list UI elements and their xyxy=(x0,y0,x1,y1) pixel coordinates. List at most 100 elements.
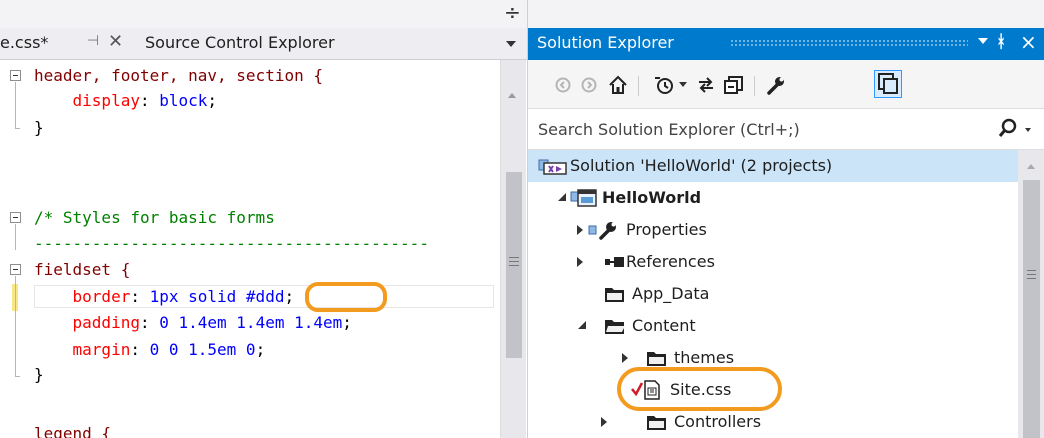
search-input[interactable]: Search Solution Explorer (Ctrl+;) xyxy=(538,120,800,139)
collapse-region-icon[interactable] xyxy=(10,212,21,223)
tree-label: References xyxy=(626,252,715,271)
code-token: block xyxy=(159,91,208,110)
expander-closed-icon[interactable] xyxy=(577,225,583,235)
tree-node-solution[interactable]: Solution 'HelloWorld' (2 projects) xyxy=(528,150,1018,182)
tree-node-references[interactable]: References xyxy=(528,246,1018,278)
titlebar-grip[interactable] xyxy=(730,39,968,48)
code-line[interactable]: } xyxy=(34,118,44,138)
code-token: ----------------------------------------… xyxy=(34,234,429,253)
search-icon[interactable] xyxy=(998,118,1018,138)
show-all-files-icon xyxy=(878,73,898,94)
close-icon[interactable]: × xyxy=(1020,30,1037,54)
toolbar-separator xyxy=(754,76,755,96)
code-token: 0 1.4em 1.4em 1.4em xyxy=(159,313,343,332)
highlight-ring-ddd xyxy=(305,282,387,312)
sync-icon[interactable] xyxy=(694,74,718,96)
code-line[interactable]: padding: 0 1.4em 1.4em 1.4em; xyxy=(34,313,352,333)
pin-tab-icon[interactable]: ⊣ xyxy=(87,33,99,49)
code-token: /* Styles for basic forms xyxy=(34,208,275,227)
properties-icon[interactable] xyxy=(764,74,788,96)
wrench-icon xyxy=(588,222,616,240)
code-token: } xyxy=(34,365,44,384)
tree-label: themes xyxy=(674,348,735,367)
tree-label: Content xyxy=(632,316,696,335)
folder-icon xyxy=(647,416,666,430)
folder-open-icon xyxy=(605,320,625,334)
close-tab-icon[interactable]: ✕ xyxy=(108,31,123,52)
code-token: ; xyxy=(342,313,352,332)
scroll-up-icon[interactable] xyxy=(508,93,516,98)
tree-label: Properties xyxy=(626,220,707,239)
code-editor-pane[interactable]: e.css* ⊣ ✕ Source Control Explorer heade… xyxy=(0,0,527,438)
code-line[interactable]: } xyxy=(34,365,44,385)
folder-icon xyxy=(647,352,666,366)
collapse-all-icon[interactable] xyxy=(722,74,746,96)
auto-hide-pin-icon[interactable]: ᚼ xyxy=(996,32,1006,52)
code-token: legend { xyxy=(34,424,112,438)
outline-guide-end xyxy=(15,128,20,129)
outline-guide-end xyxy=(15,376,20,377)
tree-node-app-data[interactable]: App_Data xyxy=(528,278,1018,310)
code-line[interactable]: header, footer, nav, section { xyxy=(34,66,323,86)
history-icon[interactable] xyxy=(652,74,676,96)
split-window-icon[interactable]: ÷ xyxy=(504,0,521,24)
editor-top-strip xyxy=(0,0,527,28)
collapse-region-icon[interactable] xyxy=(10,70,21,81)
editor-tab-strip: e.css* ⊣ ✕ Source Control Explorer xyxy=(0,28,527,60)
outline-guide xyxy=(15,276,16,376)
code-line[interactable]: /* Styles for basic forms xyxy=(34,208,275,228)
outline-guide xyxy=(15,82,16,128)
tree-node-content[interactable]: Content xyxy=(528,310,1018,342)
show-all-files-button[interactable] xyxy=(874,70,902,98)
code-token: header, footer, nav, section { xyxy=(34,66,323,85)
solution-explorer-titlebar[interactable]: Solution Explorer ᚼ × xyxy=(528,28,1044,60)
highlight-ring-site-css xyxy=(617,367,782,411)
outline-guide xyxy=(15,224,16,250)
code-token: ; xyxy=(207,91,218,110)
history-dropdown-icon[interactable] xyxy=(678,74,688,96)
tab-site-css[interactable]: e.css* xyxy=(0,33,48,52)
home-icon[interactable] xyxy=(606,74,630,96)
code-token: padding xyxy=(72,313,140,332)
code-line[interactable]: ----------------------------------------… xyxy=(34,234,429,254)
expander-closed-icon[interactable] xyxy=(577,257,583,267)
code-area[interactable]: header, footer, nav, section { display: … xyxy=(0,60,500,438)
solution-explorer-pane: Solution Explorer ᚼ × Search Solution Ex… xyxy=(527,0,1044,438)
scroll-up-icon[interactable] xyxy=(1027,164,1035,169)
solution-explorer-scroll-thumb[interactable] xyxy=(1023,180,1040,438)
tree-label: Controllers xyxy=(674,412,762,431)
tree-label: Solution 'HelloWorld' (2 projects) xyxy=(570,156,833,175)
search-options-dropdown-icon[interactable] xyxy=(1025,128,1031,132)
solution-explorer-scrollbar[interactable] xyxy=(1018,150,1044,438)
tree-node-properties[interactable]: Properties xyxy=(528,214,1018,246)
tree-label: App_Data xyxy=(632,284,710,303)
search-box[interactable]: Search Solution Explorer (Ctrl+;) xyxy=(528,108,1044,150)
expander-open-icon[interactable] xyxy=(578,321,586,329)
expander-closed-icon[interactable] xyxy=(601,417,607,427)
tree-node-controllers[interactable]: Controllers xyxy=(528,406,1018,438)
window-position-dropdown-icon[interactable] xyxy=(978,38,988,44)
folder-icon xyxy=(605,288,624,302)
solution-explorer-top-strip xyxy=(528,0,1044,28)
scroll-grip-icon xyxy=(509,257,519,266)
expander-closed-icon[interactable] xyxy=(622,353,628,363)
tree-node-helloworld[interactable]: HelloWorld xyxy=(528,182,1018,214)
code-line[interactable]: display: block; xyxy=(34,91,218,111)
toolbar-separator xyxy=(638,76,639,96)
tab-source-control-explorer[interactable]: Source Control Explorer xyxy=(145,33,335,52)
back-icon[interactable] xyxy=(552,74,574,96)
code-line[interactable]: legend { xyxy=(34,424,111,438)
collapse-region-icon[interactable] xyxy=(10,264,21,275)
code-token: 0 0 1.5em 0 xyxy=(149,340,256,359)
solution-icon xyxy=(538,159,567,175)
code-line[interactable]: margin: 0 0 1.5em 0; xyxy=(34,340,266,360)
tab-list-dropdown-icon[interactable] xyxy=(506,41,516,48)
code-line[interactable]: fieldset { xyxy=(34,260,130,280)
expander-open-icon[interactable] xyxy=(558,193,566,201)
tree-node-themes[interactable]: themes xyxy=(528,342,1018,374)
forward-icon[interactable] xyxy=(578,74,600,96)
solution-explorer-toolbar xyxy=(528,60,1044,108)
code-token: : xyxy=(139,313,160,332)
